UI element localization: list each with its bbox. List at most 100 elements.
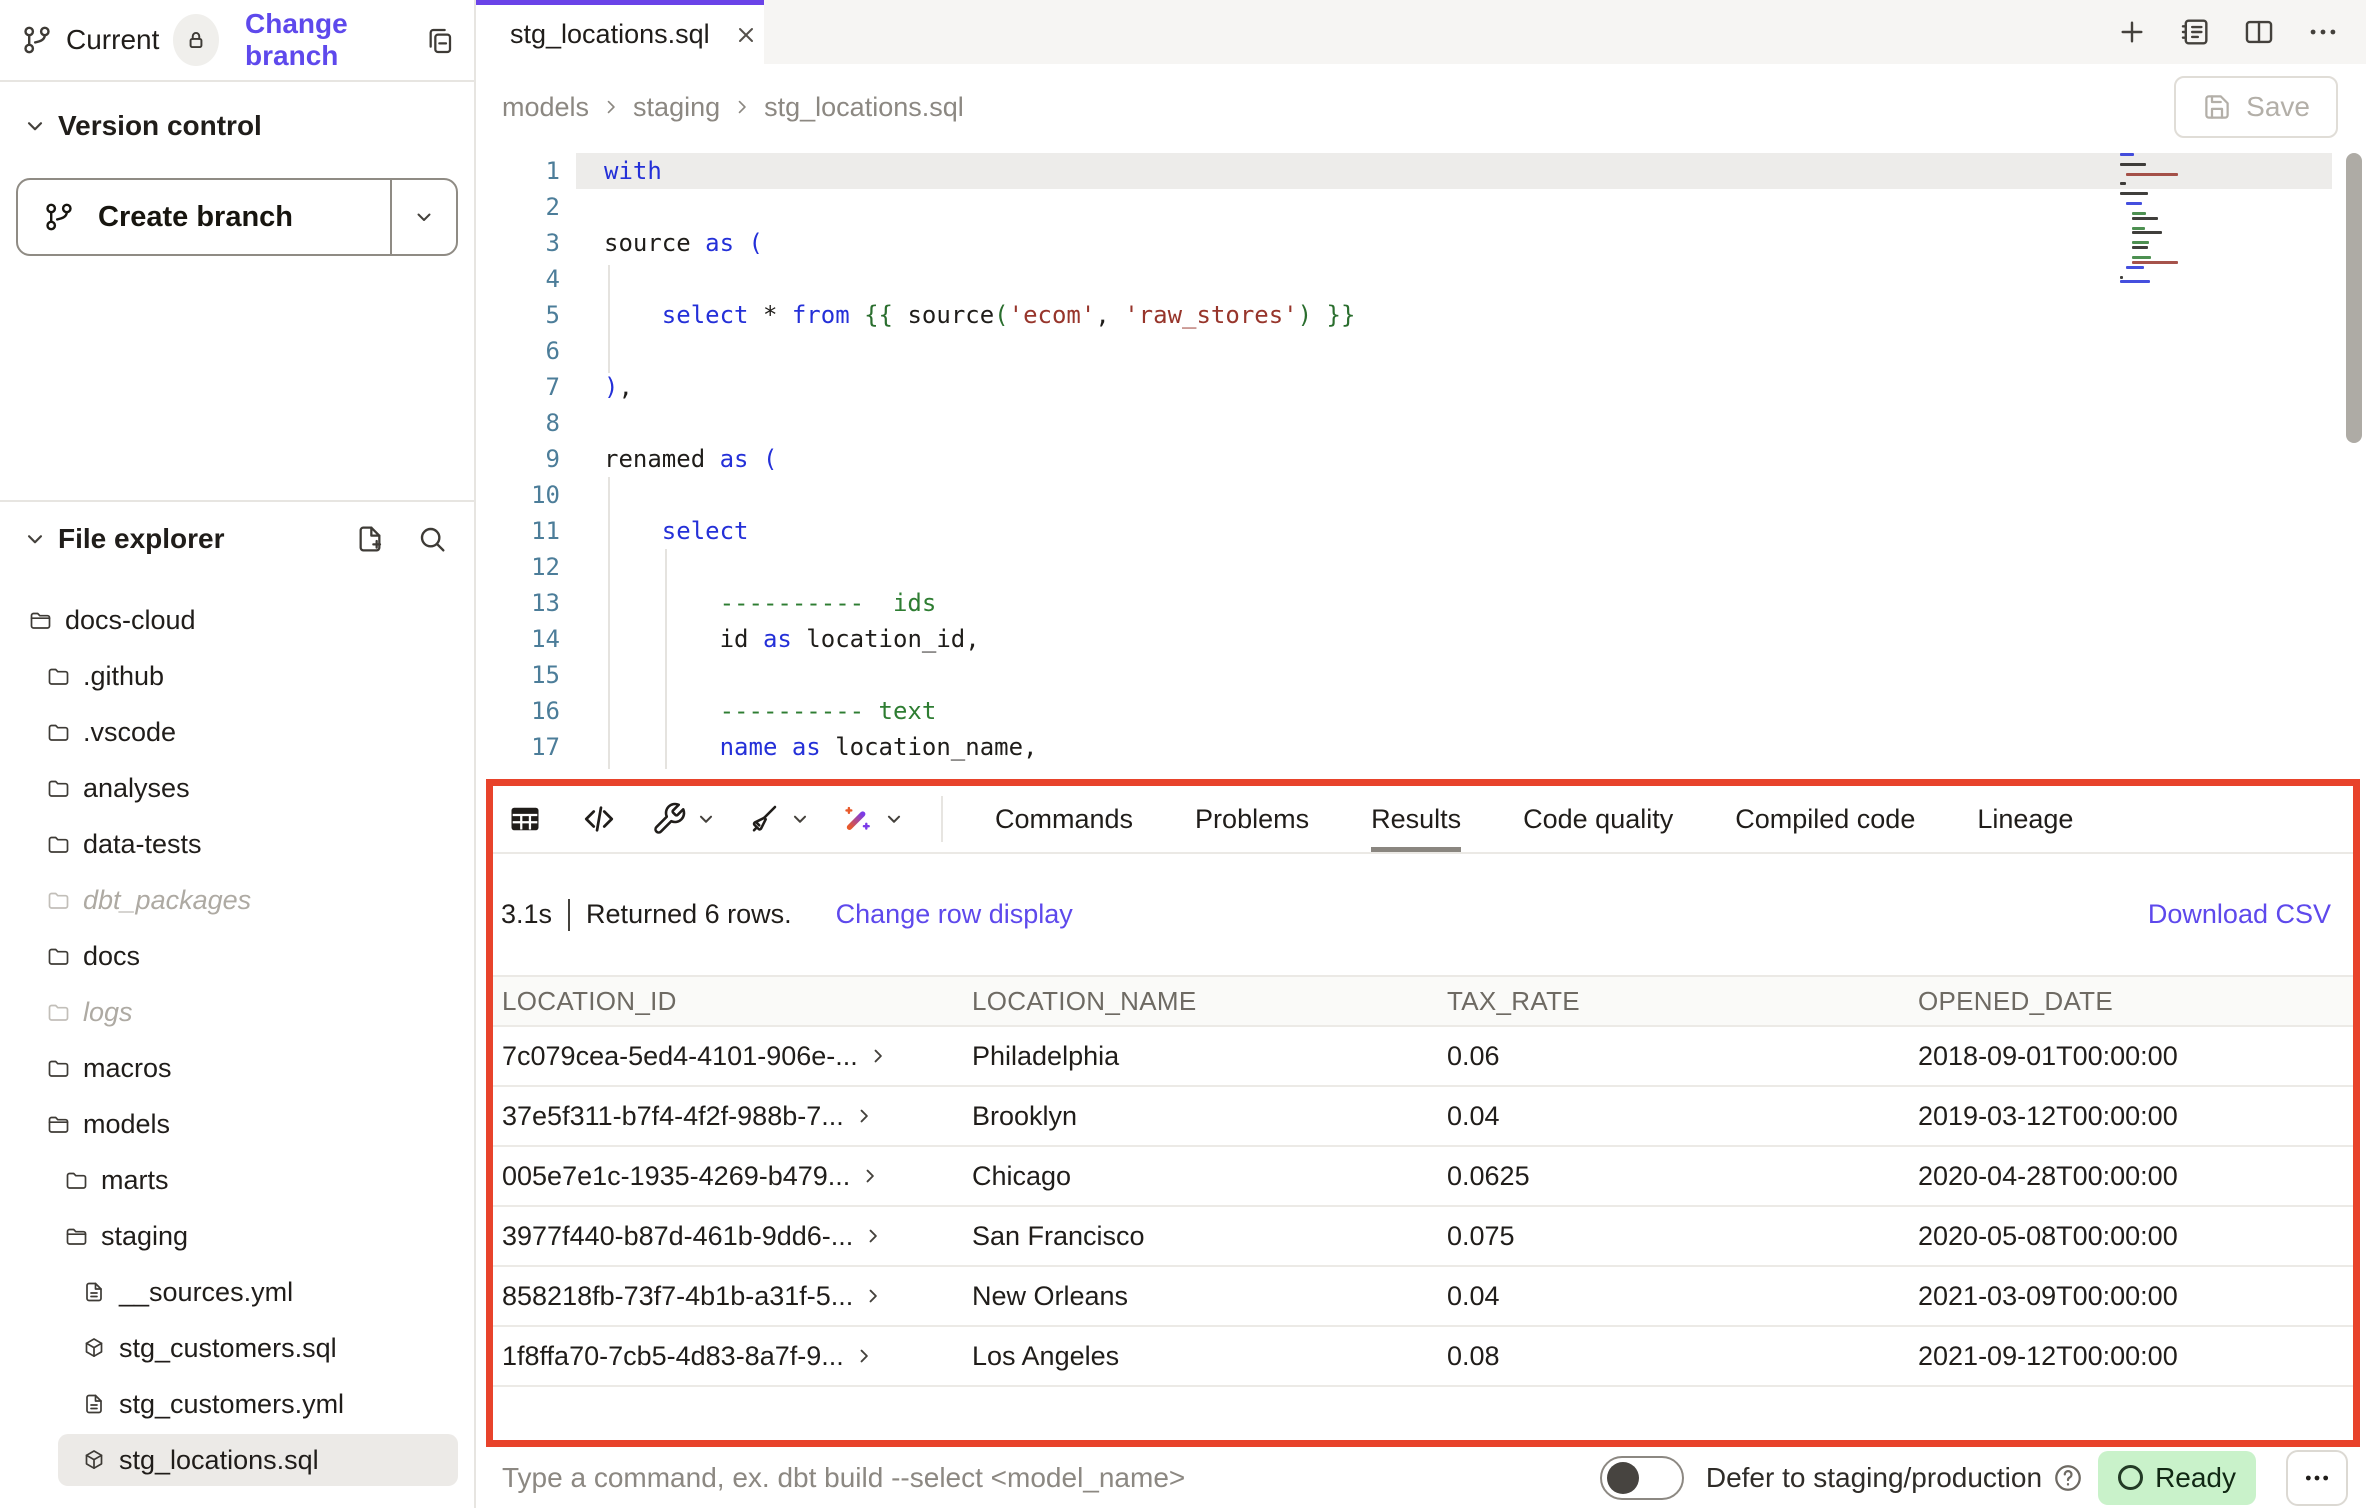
code-line[interactable]: 15	[476, 657, 2366, 693]
status-badge[interactable]: Ready	[2098, 1451, 2256, 1505]
expand-row-icon[interactable]	[854, 1346, 874, 1366]
tree-item-macros[interactable]: macros	[0, 1040, 474, 1096]
expand-row-icon[interactable]	[854, 1106, 874, 1126]
tree-item-docs-cloud[interactable]: docs-cloud	[0, 592, 474, 648]
tree-item-staging[interactable]: staging	[0, 1208, 474, 1264]
code-line[interactable]: 16 ---------- text	[476, 693, 2366, 729]
tree-item-stg-locations-sql[interactable]: stg_locations.sql	[0, 1432, 474, 1488]
table-cell: New Orleans	[972, 1281, 1447, 1312]
tree-item-analyses[interactable]: analyses	[0, 760, 474, 816]
help-icon[interactable]	[2052, 1462, 2084, 1494]
save-icon	[2202, 92, 2232, 122]
code-line[interactable]: 8	[476, 405, 2366, 441]
expand-row-icon[interactable]	[863, 1226, 883, 1246]
code-line[interactable]: 6	[476, 333, 2366, 369]
copy-icon[interactable]	[424, 24, 456, 56]
tree-item-logs[interactable]: logs	[0, 984, 474, 1040]
code-line[interactable]: 2	[476, 189, 2366, 225]
tree-item--sources-yml[interactable]: __sources.yml	[0, 1264, 474, 1320]
new-tab-icon[interactable]	[2116, 16, 2148, 48]
table-cell: 2020-04-28T00:00:00	[1918, 1161, 2353, 1192]
tree-item--vscode[interactable]: .vscode	[0, 704, 474, 760]
code-editor[interactable]: 1with23source as (45 select * from {{ so…	[476, 150, 2366, 779]
tree-item-marts[interactable]: marts	[0, 1152, 474, 1208]
save-button[interactable]: Save	[2174, 76, 2338, 138]
minimap[interactable]	[2120, 153, 2252, 293]
tab-stg-locations-sql[interactable]: stg_locations.sql	[476, 0, 764, 64]
results-panel: Commands Problems Results Code quality Compi…	[486, 779, 2360, 1447]
code-view-icon[interactable]	[581, 801, 617, 837]
folder-icon	[46, 1000, 70, 1024]
panel-tab-results[interactable]: Results	[1371, 786, 1461, 852]
breadcrumb-item[interactable]: staging	[633, 92, 720, 123]
tree-item--github[interactable]: .github	[0, 648, 474, 704]
code-line[interactable]: 14 id as location_id,	[476, 621, 2366, 657]
cleanup-icon[interactable]	[745, 801, 811, 837]
save-label: Save	[2246, 91, 2310, 123]
defer-toggle[interactable]	[1600, 1456, 1684, 1500]
code-text: ---------- text	[604, 697, 936, 725]
code-line[interactable]: 13 ---------- ids	[476, 585, 2366, 621]
code-line[interactable]: 7),	[476, 369, 2366, 405]
code-line[interactable]: 3source as (	[476, 225, 2366, 261]
panel-tab-problems[interactable]: Problems	[1195, 786, 1309, 852]
version-control-section: Version control Create branch	[0, 110, 474, 256]
create-branch-button[interactable]: Create branch	[16, 178, 458, 256]
tree-item-label: docs	[83, 941, 140, 972]
code-line[interactable]: 10	[476, 477, 2366, 513]
split-view-icon[interactable]	[2242, 15, 2276, 49]
chevron-down-icon	[22, 113, 48, 139]
expand-row-icon[interactable]	[868, 1046, 888, 1066]
code-text: name as location_name,	[604, 733, 1038, 761]
code-line[interactable]: 1with	[476, 153, 2366, 189]
code-line[interactable]: 5 select * from {{ source('ecom', 'raw_s…	[476, 297, 2366, 333]
chevron-down-icon[interactable]	[883, 808, 905, 830]
close-tab-icon[interactable]	[734, 23, 758, 47]
table-row[interactable]: 1f8ffa70-7cb5-4d83-8a7f-9...Los Angeles0…	[493, 1327, 2353, 1387]
chevron-down-icon[interactable]	[695, 808, 717, 830]
notebook-icon[interactable]	[2178, 15, 2212, 49]
create-branch-main[interactable]: Create branch	[18, 180, 390, 254]
download-csv-link[interactable]: Download CSV	[2148, 899, 2331, 930]
expand-row-icon[interactable]	[860, 1166, 880, 1186]
table-view-icon[interactable]	[507, 801, 543, 837]
tree-item-dbt-packages[interactable]: dbt_packages	[0, 872, 474, 928]
tree-item-stg-customers-yml[interactable]: stg_customers.yml	[0, 1376, 474, 1432]
code-line[interactable]: 11 select	[476, 513, 2366, 549]
table-row[interactable]: 7c079cea-5ed4-4101-906e-...Philadelphia0…	[493, 1027, 2353, 1087]
tree-item-stg-customers-sql[interactable]: stg_customers.sql	[0, 1320, 474, 1376]
table-row[interactable]: 005e7e1c-1935-4269-b479...Chicago0.06252…	[493, 1147, 2353, 1207]
code-lines[interactable]: 1with23source as (45 select * from {{ so…	[476, 153, 2366, 765]
file-explorer-header[interactable]: File explorer	[0, 502, 474, 576]
panel-tab-lineage[interactable]: Lineage	[1977, 786, 2073, 852]
command-input[interactable]: Type a command, ex. dbt build --select <…	[502, 1462, 1185, 1494]
change-branch-link[interactable]: Change branch	[245, 8, 424, 72]
code-line[interactable]: 12	[476, 549, 2366, 585]
breadcrumb-item[interactable]: models	[502, 92, 589, 123]
editor-scrollbar[interactable]	[2346, 153, 2362, 443]
ai-assist-icon[interactable]	[839, 801, 905, 837]
code-line[interactable]: 17 name as location_name,	[476, 729, 2366, 765]
panel-tab-commands[interactable]: Commands	[995, 786, 1133, 852]
change-row-display-link[interactable]: Change row display	[836, 899, 1073, 930]
table-row[interactable]: 858218fb-73f7-4b1b-a31f-5...New Orleans0…	[493, 1267, 2353, 1327]
tree-item-docs[interactable]: docs	[0, 928, 474, 984]
panel-tab-code-quality[interactable]: Code quality	[1523, 786, 1673, 852]
table-row[interactable]: 3977f440-b87d-461b-9dd6-...San Francisco…	[493, 1207, 2353, 1267]
create-branch-dropdown[interactable]	[390, 180, 456, 254]
panel-tab-compiled-code[interactable]: Compiled code	[1735, 786, 1915, 852]
table-row[interactable]: 37e5f311-b7f4-4f2f-988b-7...Brooklyn0.04…	[493, 1087, 2353, 1147]
expand-row-icon[interactable]	[863, 1286, 883, 1306]
more-actions-button[interactable]	[2286, 1450, 2348, 1506]
code-line[interactable]: 4	[476, 261, 2366, 297]
tree-item-models[interactable]: models	[0, 1096, 474, 1152]
more-options-icon[interactable]	[2306, 15, 2340, 49]
new-file-icon[interactable]	[354, 523, 386, 555]
version-control-header[interactable]: Version control	[0, 110, 474, 142]
chevron-down-icon[interactable]	[789, 808, 811, 830]
tree-item-data-tests[interactable]: data-tests	[0, 816, 474, 872]
build-tools-icon[interactable]	[651, 801, 717, 837]
search-icon[interactable]	[416, 523, 448, 555]
code-line[interactable]: 9renamed as (	[476, 441, 2366, 477]
breadcrumb-item[interactable]: stg_locations.sql	[764, 92, 964, 123]
